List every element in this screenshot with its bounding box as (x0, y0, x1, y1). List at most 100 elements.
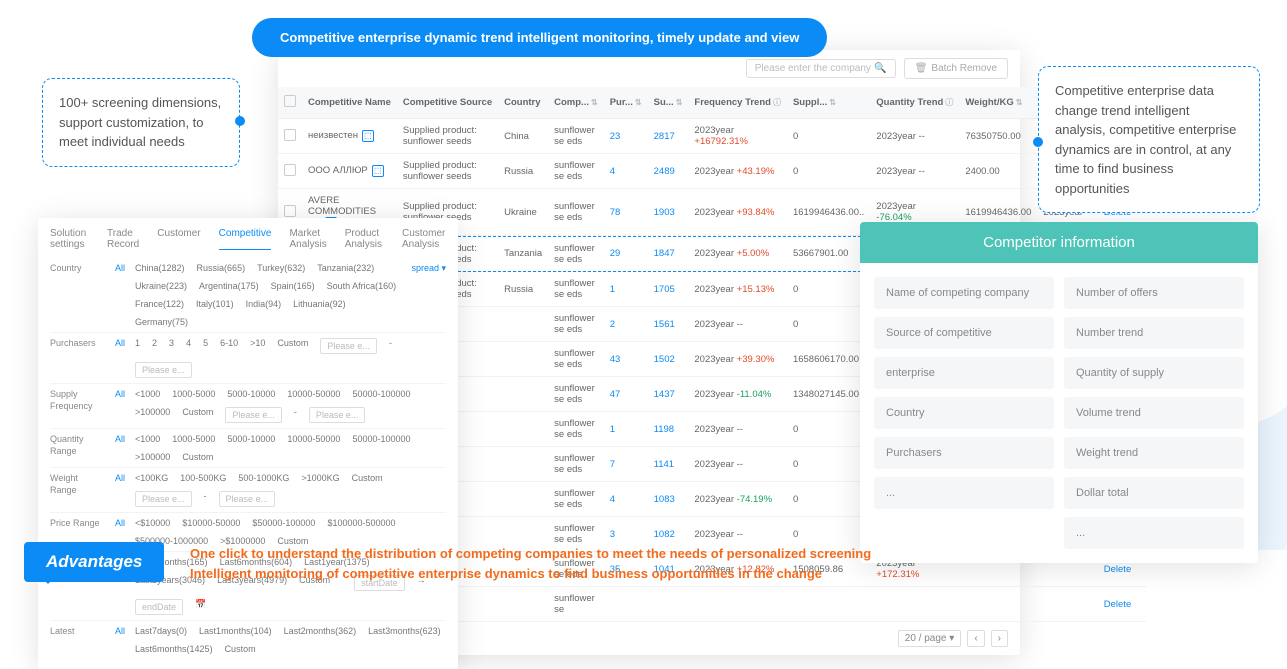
next-page-button[interactable]: › (991, 630, 1008, 647)
filter-option[interactable]: Last6months(1425) (135, 644, 213, 654)
filter-label: Quantity Range (50, 434, 105, 457)
row-checkbox[interactable] (284, 205, 296, 217)
tab-product-analysis[interactable]: Product Analysis (345, 228, 384, 250)
company-icon[interactable]: ⬚ (372, 165, 384, 177)
filter-option[interactable]: 4 (186, 338, 191, 354)
filter-min-input[interactable]: Please e... (320, 338, 377, 354)
spread-toggle[interactable]: spread ▾ (411, 263, 446, 274)
filter-option[interactable]: <1000 (135, 434, 160, 444)
page-size-select[interactable]: 20 / page ▾ (898, 630, 962, 647)
tab-customer[interactable]: Customer (157, 228, 200, 250)
filter-option[interactable]: <$10000 (135, 518, 170, 528)
filter-option[interactable]: 10000-50000 (287, 434, 340, 444)
filter-option[interactable]: $10000-50000 (182, 518, 240, 528)
sort-icon[interactable]: ⇅ (676, 98, 683, 107)
filter-min-input[interactable]: Please e... (135, 491, 192, 507)
filter-all[interactable]: All (115, 263, 125, 273)
filter-option[interactable]: Turkey(632) (257, 263, 305, 273)
filter-option[interactable]: 100-500KG (180, 473, 226, 483)
row-checkbox[interactable] (284, 164, 296, 176)
filter-option[interactable]: 10000-50000 (287, 389, 340, 399)
filter-label: Weight Range (50, 473, 105, 496)
filter-option[interactable]: 500-1000KG (238, 473, 289, 483)
delete-button[interactable]: Delete (1104, 599, 1131, 610)
filter-custom[interactable]: Custom (182, 407, 213, 423)
filter-option[interactable]: India(94) (246, 299, 282, 309)
delete-button[interactable]: Delete (1104, 564, 1131, 575)
select-all-checkbox[interactable] (284, 95, 296, 107)
sort-icon[interactable]: ⇅ (635, 98, 642, 107)
filter-label: Latest (50, 626, 105, 638)
filter-custom[interactable]: Custom (225, 644, 256, 654)
filter-option[interactable]: 5 (203, 338, 208, 354)
filter-option[interactable]: $100000-500000 (327, 518, 395, 528)
end-date-input[interactable]: endDate (135, 599, 183, 615)
filter-option[interactable]: Last2months(362) (284, 626, 357, 636)
info-item: Purchasers (874, 437, 1054, 469)
filter-all[interactable]: All (115, 389, 125, 399)
filter-max-input[interactable]: Please e... (309, 407, 366, 423)
filter-option[interactable]: France(122) (135, 299, 184, 309)
filter-option[interactable]: >1000KG (301, 473, 339, 483)
filter-all[interactable]: All (115, 473, 125, 483)
sort-icon[interactable]: ⇅ (591, 98, 598, 107)
info-icon[interactable]: ⓘ (945, 98, 953, 107)
filter-custom[interactable]: Custom (182, 452, 213, 462)
filter-option[interactable]: 50000-100000 (352, 389, 410, 399)
filter-all[interactable]: All (115, 434, 125, 444)
advantages-text: One click to understand the distribution… (190, 544, 871, 583)
prev-page-button[interactable]: ‹ (967, 630, 984, 647)
tab-customer-analysis[interactable]: Customer Analysis (402, 228, 446, 250)
filter-option[interactable]: 5000-10000 (227, 389, 275, 399)
filter-option[interactable]: 1000-5000 (172, 389, 215, 399)
filter-all[interactable]: All (115, 518, 125, 528)
filter-option[interactable]: <100KG (135, 473, 168, 483)
filter-option[interactable]: China(1282) (135, 263, 185, 273)
filter-option[interactable]: South Africa(160) (327, 281, 397, 291)
table-row[interactable]: ООО АЛЛЮР⬚ Supplied product: sunflower s… (278, 154, 1146, 189)
tab-market-analysis[interactable]: Market Analysis (289, 228, 326, 250)
filter-option[interactable]: $50000-100000 (252, 518, 315, 528)
filter-option[interactable]: >10 (250, 338, 265, 354)
filter-option[interactable]: Italy(101) (196, 299, 234, 309)
filter-option[interactable]: <1000 (135, 389, 160, 399)
filter-option[interactable]: Spain(165) (271, 281, 315, 291)
filter-option[interactable]: Argentina(175) (199, 281, 259, 291)
tab-trade-record[interactable]: Trade Record (107, 228, 139, 250)
company-icon[interactable]: ⬚ (362, 130, 374, 142)
filter-option[interactable]: 6-10 (220, 338, 238, 354)
filter-option[interactable]: Germany(75) (135, 317, 188, 327)
sort-icon[interactable]: ⇅ (829, 98, 836, 107)
batch-remove-button[interactable]: 🗑Batch Remove (904, 58, 1008, 79)
filter-all[interactable]: All (115, 626, 125, 636)
search-input[interactable]: Please enter the company🔍 (746, 59, 896, 78)
filter-custom[interactable]: Custom (352, 473, 383, 483)
filter-option[interactable]: 1 (135, 338, 140, 354)
filter-option[interactable]: Russia(665) (197, 263, 246, 273)
filter-option[interactable]: 3 (169, 338, 174, 354)
tab-competitive[interactable]: Competitive (219, 228, 272, 250)
info-item: Source of competitive (874, 317, 1054, 349)
filter-option[interactable]: Ukraine(223) (135, 281, 187, 291)
filter-option[interactable]: Last3months(623) (368, 626, 441, 636)
filter-all[interactable]: All (115, 338, 125, 348)
tab-solution-settings[interactable]: Solution settings (50, 228, 89, 250)
filter-custom[interactable]: Custom (277, 338, 308, 354)
filter-option[interactable]: >100000 (135, 407, 170, 423)
filter-option[interactable]: Last1months(104) (199, 626, 272, 636)
filter-min-input[interactable]: Please e... (225, 407, 282, 423)
filter-option[interactable]: 5000-10000 (227, 434, 275, 444)
filter-option[interactable]: 2 (152, 338, 157, 354)
filter-option[interactable]: Lithuania(92) (293, 299, 346, 309)
filter-option[interactable]: 1000-5000 (172, 434, 215, 444)
filter-max-input[interactable]: Please e... (135, 362, 192, 378)
filter-option[interactable]: Tanzania(232) (317, 263, 374, 273)
table-row[interactable]: неизвестен⬚ Supplied product: sunflower … (278, 119, 1146, 154)
filter-max-input[interactable]: Please e... (219, 491, 276, 507)
info-icon[interactable]: ⓘ (773, 98, 781, 107)
filter-option[interactable]: >100000 (135, 452, 170, 462)
sort-icon[interactable]: ⇅ (1016, 98, 1023, 107)
filter-option[interactable]: Last7days(0) (135, 626, 187, 636)
filter-option[interactable]: 50000-100000 (352, 434, 410, 444)
row-checkbox[interactable] (284, 129, 296, 141)
